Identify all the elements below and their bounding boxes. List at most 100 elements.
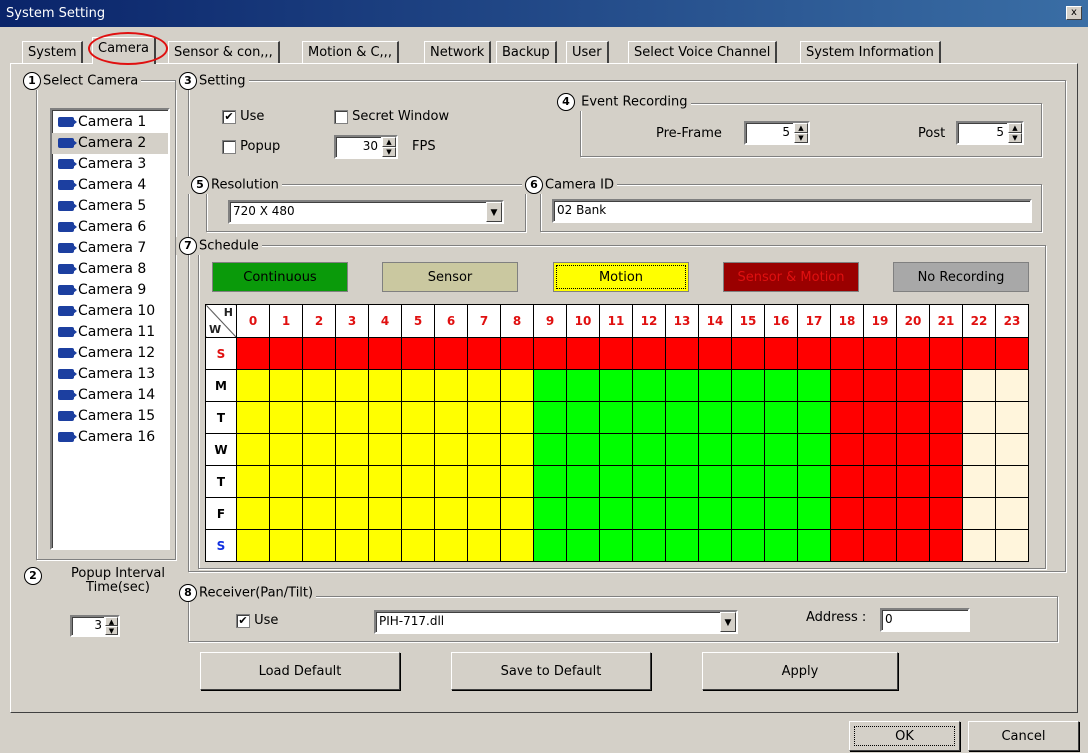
schedule-cell[interactable] [797, 465, 831, 498]
schedule-cell[interactable] [467, 433, 501, 466]
schedule-cell[interactable] [401, 529, 435, 562]
tab-select-voice-channel[interactable]: Select Voice Channel [628, 41, 778, 63]
schedule-cell[interactable] [269, 465, 303, 498]
schedule-cell[interactable] [500, 465, 534, 498]
hour-header[interactable]: 2 [302, 304, 336, 338]
camera-list-item[interactable]: Camera 9 [52, 280, 168, 301]
schedule-grid[interactable]: H W 0 1 2 3 4 5 6 7 8 9 10 11 12 13 14 15 16 17 18 19 20 21 22 23… [205, 304, 1029, 562]
schedule-cell[interactable] [632, 401, 666, 434]
schedule-cell[interactable] [335, 497, 369, 530]
camera-list-item[interactable]: Camera 11 [52, 322, 168, 343]
hour-header[interactable]: 23 [995, 304, 1029, 338]
fps-stepper[interactable]: 30 ▲ ▼ [334, 135, 398, 159]
schedule-cell[interactable] [434, 465, 468, 498]
schedule-cell[interactable] [797, 337, 831, 370]
schedule-cell[interactable] [434, 337, 468, 370]
schedule-cell[interactable] [269, 337, 303, 370]
schedule-cell[interactable] [500, 369, 534, 402]
schedule-cell[interactable] [995, 401, 1029, 434]
schedule-cell[interactable] [434, 433, 468, 466]
schedule-cell[interactable] [797, 369, 831, 402]
hour-header[interactable]: 8 [500, 304, 534, 338]
schedule-cell[interactable] [269, 369, 303, 402]
schedule-cell[interactable] [599, 529, 633, 562]
schedule-cell[interactable] [863, 497, 897, 530]
schedule-cell[interactable] [401, 337, 435, 370]
hour-header[interactable]: 11 [599, 304, 633, 338]
camera-list-item[interactable]: Camera 3 [52, 154, 168, 175]
schedule-cell[interactable] [500, 433, 534, 466]
schedule-cell[interactable] [731, 401, 765, 434]
tab-motion[interactable]: Motion & C,,, [302, 41, 399, 63]
schedule-cell[interactable] [665, 433, 699, 466]
schedule-cell[interactable] [566, 497, 600, 530]
ok-button[interactable]: OK [849, 721, 960, 751]
schedule-cell[interactable] [401, 433, 435, 466]
schedule-cell[interactable] [335, 529, 369, 562]
day-header[interactable]: W [205, 433, 237, 466]
schedule-cell[interactable] [335, 433, 369, 466]
schedule-cell[interactable] [533, 337, 567, 370]
schedule-cell[interactable] [698, 433, 732, 466]
schedule-cell[interactable] [863, 369, 897, 402]
schedule-cell[interactable] [995, 433, 1029, 466]
schedule-cell[interactable] [500, 401, 534, 434]
schedule-cell[interactable] [830, 337, 864, 370]
schedule-cell[interactable] [698, 337, 732, 370]
schedule-cell[interactable] [698, 369, 732, 402]
schedule-cell[interactable] [566, 369, 600, 402]
schedule-cell[interactable] [830, 465, 864, 498]
schedule-cell[interactable] [401, 401, 435, 434]
day-header[interactable]: S [205, 337, 237, 370]
schedule-cell[interactable] [302, 337, 336, 370]
camera-list-item[interactable]: Camera 2 [52, 133, 168, 154]
schedule-cell[interactable] [929, 433, 963, 466]
schedule-cell[interactable] [467, 465, 501, 498]
tab-system-information[interactable]: System Information [800, 41, 941, 63]
schedule-cell[interactable] [533, 465, 567, 498]
receiver-driver-select[interactable]: PIH-717.dll ▼ [374, 610, 738, 634]
save-to-default-button[interactable]: Save to Default [451, 652, 651, 690]
schedule-cell[interactable] [995, 465, 1029, 498]
schedule-cell[interactable] [500, 337, 534, 370]
schedule-cell[interactable] [467, 401, 501, 434]
schedule-cell[interactable] [797, 433, 831, 466]
hour-header[interactable]: 1 [269, 304, 303, 338]
schedule-cell[interactable] [929, 497, 963, 530]
schedule-cell[interactable] [236, 401, 270, 434]
camera-list-item[interactable]: Camera 5 [52, 196, 168, 217]
schedule-cell[interactable] [368, 369, 402, 402]
day-header[interactable]: T [205, 465, 237, 498]
camera-id-input[interactable]: 02 Bank [552, 199, 1032, 223]
schedule-cell[interactable] [236, 529, 270, 562]
schedule-cell[interactable] [632, 433, 666, 466]
schedule-cell[interactable] [566, 465, 600, 498]
hour-header[interactable]: 12 [632, 304, 666, 338]
schedule-cell[interactable] [335, 401, 369, 434]
schedule-cell[interactable] [731, 465, 765, 498]
day-header[interactable]: F [205, 497, 237, 530]
load-default-button[interactable]: Load Default [200, 652, 400, 690]
camera-list-item[interactable]: Camera 16 [52, 427, 168, 448]
day-header[interactable]: T [205, 401, 237, 434]
hour-header[interactable]: 13 [665, 304, 699, 338]
schedule-cell[interactable] [269, 529, 303, 562]
hour-header[interactable]: 6 [434, 304, 468, 338]
schedule-cell[interactable] [731, 369, 765, 402]
schedule-cell[interactable] [731, 529, 765, 562]
tab-network[interactable]: Network [424, 41, 492, 63]
schedule-cell[interactable] [467, 337, 501, 370]
schedule-cell[interactable] [929, 337, 963, 370]
schedule-cell[interactable] [533, 433, 567, 466]
hour-header[interactable]: 21 [929, 304, 963, 338]
schedule-cell[interactable] [764, 369, 798, 402]
hour-header[interactable]: 0 [236, 304, 270, 338]
schedule-cell[interactable] [995, 369, 1029, 402]
cancel-button[interactable]: Cancel [968, 721, 1079, 751]
secret-window-checkbox[interactable]: Secret Window [334, 109, 449, 124]
hour-header[interactable]: 5 [401, 304, 435, 338]
schedule-cell[interactable] [401, 369, 435, 402]
camera-list-item[interactable]: Camera 15 [52, 406, 168, 427]
schedule-cell[interactable] [665, 401, 699, 434]
schedule-cell[interactable] [863, 337, 897, 370]
